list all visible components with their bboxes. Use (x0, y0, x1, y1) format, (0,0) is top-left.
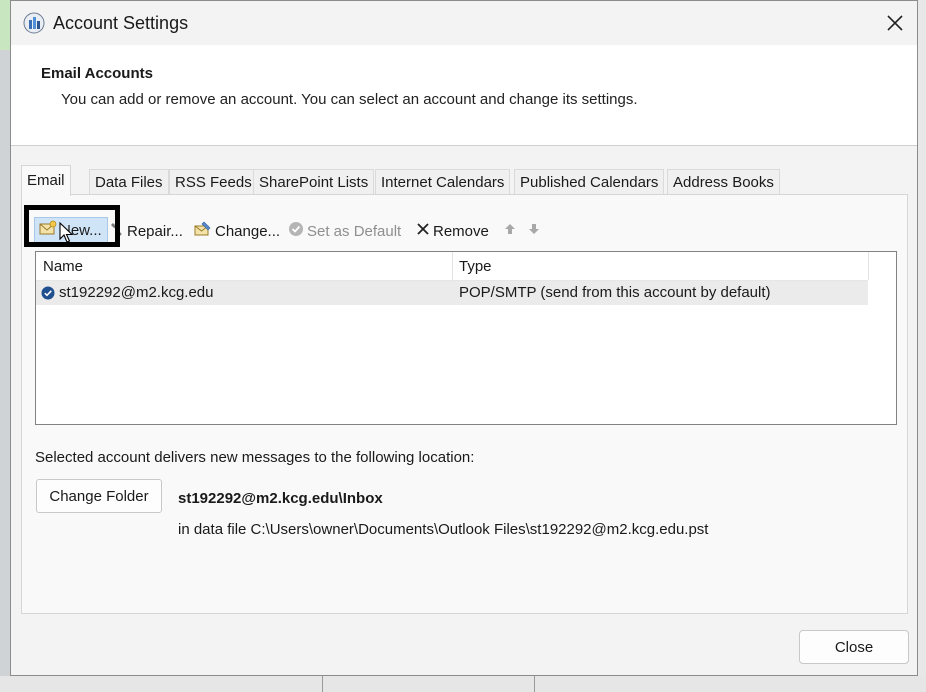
tab-rss-feeds[interactable]: RSS Feeds (169, 169, 258, 195)
column-header-name[interactable]: Name (43, 258, 83, 275)
move-down-button[interactable] (528, 219, 540, 243)
change-folder-button[interactable]: Change Folder (36, 479, 162, 513)
remove-button[interactable]: Remove (416, 219, 489, 243)
accounts-list[interactable]: Name Type st192292@m2.kcg.edu POP/SMTP (… (35, 251, 897, 425)
column-divider (868, 252, 869, 280)
delivery-description: Selected account delivers new messages t… (35, 449, 475, 466)
accounts-list-header: Name Type (36, 252, 869, 281)
outlook-settings-icon (23, 12, 45, 34)
tab-email[interactable]: Email (21, 165, 71, 196)
mouse-pointer-icon (59, 221, 75, 244)
arrow-down-icon (528, 222, 540, 240)
dialog-header: Email Accounts You can add or remove an … (11, 45, 917, 146)
column-header-type[interactable]: Type (459, 258, 492, 275)
move-up-button[interactable] (504, 219, 516, 243)
close-button[interactable]: Close (799, 630, 909, 664)
account-settings-dialog: Account Settings Email Accounts You can … (10, 0, 918, 676)
delivery-data-file: in data file C:\Users\owner\Documents\Ou… (178, 521, 709, 538)
column-divider (452, 252, 453, 280)
tab-internet-calendars[interactable]: Internet Calendars (375, 169, 511, 195)
wrench-icon (110, 221, 124, 241)
section-description: You can add or remove an account. You ca… (61, 91, 638, 108)
accounts-toolbar: New... Repair... Change... Set as Defaul… (22, 205, 902, 247)
account-name: st192292@m2.kcg.edu (59, 284, 214, 301)
tab-address-books[interactable]: Address Books (667, 169, 780, 195)
checkmark-circle-icon (288, 221, 304, 241)
tab-data-files[interactable]: Data Files (89, 169, 169, 195)
change-account-icon (194, 221, 212, 241)
table-row[interactable]: st192292@m2.kcg.edu POP/SMTP (send from … (36, 281, 868, 305)
new-mail-icon (39, 220, 57, 240)
tab-published-calendars[interactable]: Published Calendars (514, 169, 665, 195)
background-app-footer (0, 676, 926, 692)
set-default-button[interactable]: Set as Default (288, 219, 401, 243)
change-button[interactable]: Change... (194, 219, 280, 243)
title-bar: Account Settings (11, 1, 917, 45)
repair-button[interactable]: Repair... (110, 219, 183, 243)
email-tab-panel: New... Repair... Change... Set as Defaul… (21, 194, 908, 614)
set-default-label: Set as Default (307, 222, 402, 240)
repair-label: Repair... (127, 222, 183, 240)
delivery-folder: st192292@m2.kcg.edu\Inbox (178, 490, 383, 507)
account-type: POP/SMTP (send from this account by defa… (459, 284, 771, 301)
arrow-up-icon (504, 222, 516, 240)
remove-x-icon (416, 222, 430, 240)
section-heading: Email Accounts (41, 65, 153, 82)
change-label: Change... (215, 222, 281, 240)
close-icon (887, 15, 903, 31)
window-close-button[interactable] (873, 7, 917, 39)
window-title: Account Settings (53, 13, 189, 33)
background-app-edge (918, 0, 926, 692)
default-account-check-icon (41, 286, 55, 300)
tab-sharepoint-lists[interactable]: SharePoint Lists (253, 169, 375, 195)
remove-label: Remove (433, 222, 489, 240)
